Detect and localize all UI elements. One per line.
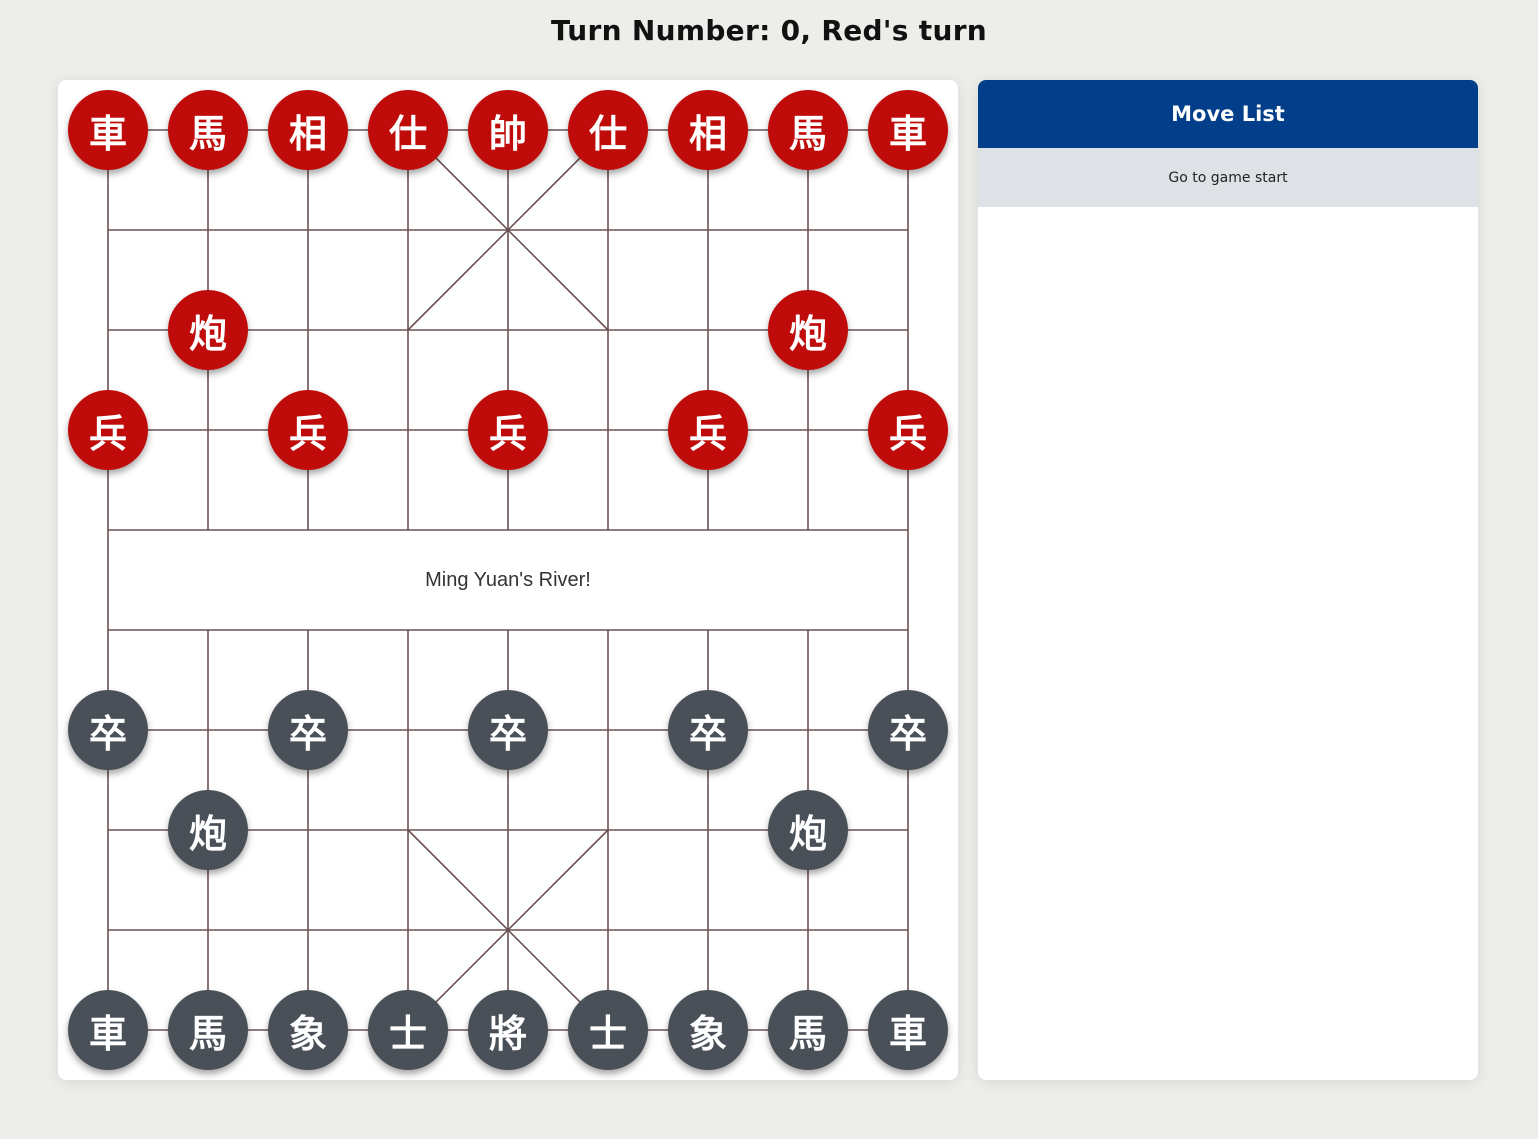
piece-red-cannon-2[interactable]: 炮 — [768, 290, 848, 370]
piece-black-elephant-2[interactable]: 象 — [668, 990, 748, 1070]
piece-red-advisor-1[interactable]: 仕 — [368, 90, 448, 170]
piece-black-chariot-1[interactable]: 車 — [68, 990, 148, 1070]
piece-red-horse-1[interactable]: 馬 — [168, 90, 248, 170]
piece-black-advisor-2[interactable]: 士 — [568, 990, 648, 1070]
piece-red-horse-2[interactable]: 馬 — [768, 90, 848, 170]
piece-black-horse-2[interactable]: 馬 — [768, 990, 848, 1070]
move-list-panel: Move List Go to game start — [978, 80, 1478, 1080]
turn-status-title: Turn Number: 0, Red's turn — [550, 14, 988, 47]
piece-red-general[interactable]: 帥 — [468, 90, 548, 170]
piece-black-soldier-3[interactable]: 卒 — [468, 690, 548, 770]
piece-black-elephant-1[interactable]: 象 — [268, 990, 348, 1070]
piece-black-horse-1[interactable]: 馬 — [168, 990, 248, 1070]
piece-red-soldier-3[interactable]: 兵 — [468, 390, 548, 470]
piece-red-soldier-1[interactable]: 兵 — [68, 390, 148, 470]
piece-black-chariot-2[interactable]: 車 — [868, 990, 948, 1070]
piece-black-cannon-1[interactable]: 炮 — [168, 790, 248, 870]
piece-red-advisor-2[interactable]: 仕 — [568, 90, 648, 170]
river-label: Ming Yuan's River! — [425, 568, 591, 591]
piece-red-chariot-1[interactable]: 車 — [68, 90, 148, 170]
piece-red-soldier-5[interactable]: 兵 — [868, 390, 948, 470]
piece-red-soldier-4[interactable]: 兵 — [668, 390, 748, 470]
piece-black-soldier-5[interactable]: 卒 — [868, 690, 948, 770]
piece-red-soldier-2[interactable]: 兵 — [268, 390, 348, 470]
piece-red-elephant-2[interactable]: 相 — [668, 90, 748, 170]
piece-black-advisor-1[interactable]: 士 — [368, 990, 448, 1070]
move-list-header: Move List — [978, 80, 1478, 148]
piece-black-soldier-1[interactable]: 卒 — [68, 690, 148, 770]
piece-red-chariot-2[interactable]: 車 — [868, 90, 948, 170]
piece-red-cannon-1[interactable]: 炮 — [168, 290, 248, 370]
go-to-game-start-button[interactable]: Go to game start — [978, 148, 1478, 207]
xiangqi-board: Ming Yuan's River! 車馬相仕帥仕相馬車炮炮兵兵兵兵兵卒卒卒卒卒… — [58, 80, 958, 1080]
piece-black-soldier-2[interactable]: 卒 — [268, 690, 348, 770]
piece-red-elephant-1[interactable]: 相 — [268, 90, 348, 170]
piece-black-general[interactable]: 將 — [468, 990, 548, 1070]
piece-black-soldier-4[interactable]: 卒 — [668, 690, 748, 770]
piece-black-cannon-2[interactable]: 炮 — [768, 790, 848, 870]
